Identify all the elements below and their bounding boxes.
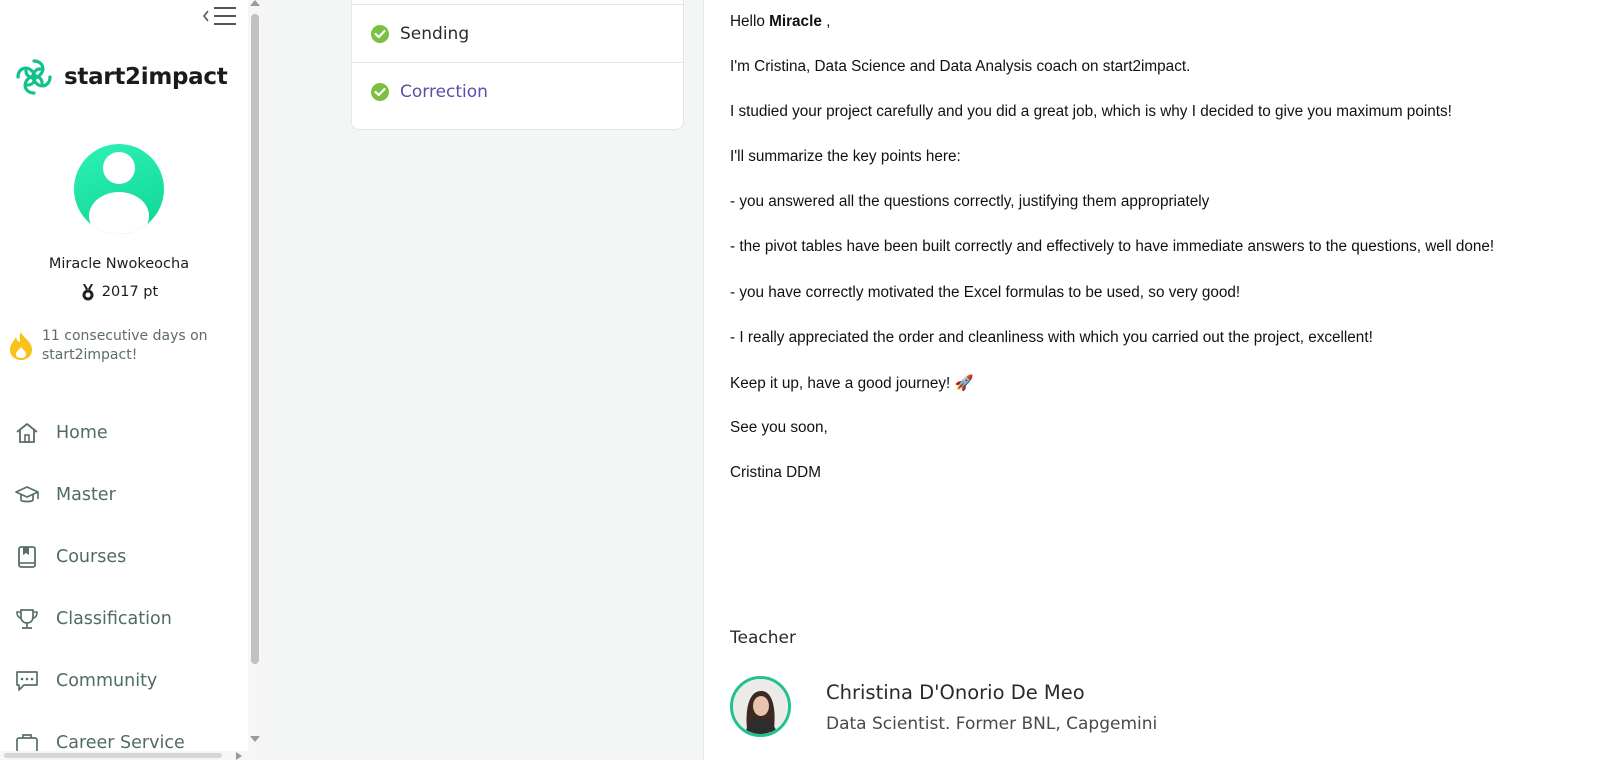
steps-card: Sending Correction [351, 0, 684, 130]
user-avatar-icon [89, 152, 149, 234]
nav-label-master: Master [56, 485, 116, 505]
collapse-menu-icon [202, 7, 236, 25]
book-icon [18, 546, 36, 568]
medal-icon [82, 284, 94, 301]
check-circle-icon [371, 24, 389, 43]
teacher-portrait-icon [733, 679, 788, 734]
message-greeting: Hello Miracle , [730, 13, 830, 31]
start2impact-logo-icon [16, 59, 52, 95]
nav-item-classification[interactable]: Classification [0, 588, 245, 650]
nav-label-courses: Courses [56, 547, 127, 567]
message-line: Keep it up, have a good journey! 🚀 [730, 375, 974, 392]
message-line: - I really appreciated the order and cle… [730, 329, 1373, 346]
horizontal-scroll-thumb[interactable] [4, 753, 222, 758]
nav-item-courses[interactable]: Courses [0, 526, 245, 588]
brand-logo[interactable]: start2impact [12, 55, 228, 99]
step-label-correction: Correction [400, 81, 488, 102]
main-nav: Home Master Courses Classification Commu… [0, 402, 245, 760]
scroll-down-arrow-icon[interactable] [250, 736, 260, 742]
step-correction[interactable]: Correction [352, 62, 683, 120]
user-avatar[interactable] [74, 144, 164, 234]
scroll-thumb[interactable] [251, 14, 259, 664]
home-icon [16, 423, 38, 443]
nav-label-classification: Classification [56, 609, 172, 629]
graduation-cap-icon [15, 486, 39, 503]
nav-label-career-service: Career Service [56, 733, 185, 753]
message-line: I studied your project carefully and you… [730, 103, 1452, 120]
user-points: 2017 pt [0, 283, 238, 301]
message-line: - the pivot tables have been built corre… [730, 238, 1495, 255]
greeting-suffix: , [826, 13, 831, 30]
message-line: I'll summarize the key points here: [730, 148, 961, 165]
nav-label-community: Community [56, 671, 158, 691]
message-line: I'm Cristina, Data Science and Data Anal… [730, 58, 1191, 75]
message-line: See you soon, [730, 419, 828, 436]
teacher-heading: Teacher [730, 628, 796, 648]
step-sending[interactable]: Sending [352, 4, 683, 62]
nav-item-home[interactable]: Home [0, 402, 245, 464]
teacher-avatar[interactable] [730, 676, 791, 737]
correction-message-card: Hello Miracle , I'm Cristina, Data Scien… [703, 0, 1600, 760]
nav-item-community[interactable]: Community [0, 650, 245, 712]
check-circle-icon [371, 82, 389, 101]
teacher-role: Data Scientist. Former BNL, Capgemini [826, 714, 1158, 734]
message-line: - you answered all the questions correct… [730, 193, 1210, 210]
brand-name: start2impact [64, 64, 228, 90]
message-signature: Cristina DDM [730, 464, 821, 481]
sidebar-scrollbar[interactable] [248, 0, 262, 760]
teacher-name[interactable]: Christina D'Onorio De Meo [826, 681, 1085, 704]
nav-label-home: Home [56, 423, 108, 443]
greeting-name: Miracle [769, 13, 822, 30]
main-content: Sending Correction Hello Miracle , I'm C… [262, 0, 1600, 760]
sidebar-horizontal-scrollbar[interactable] [0, 751, 248, 760]
collapse-sidebar-button[interactable] [200, 2, 242, 28]
streak-banner: 11 consecutive days on start2impact! [8, 327, 238, 365]
sidebar: start2impact Miracle Nwokeocha 2017 pt 1… [0, 0, 250, 760]
flame-icon [10, 332, 32, 360]
user-name: Miracle Nwokeocha [48, 256, 190, 272]
step-label-sending: Sending [400, 23, 470, 44]
message-line: - you have correctly motivated the Excel… [730, 284, 1241, 301]
chat-icon [16, 671, 38, 691]
scroll-up-arrow-icon[interactable] [250, 0, 260, 6]
trophy-icon [16, 609, 38, 629]
greeting-prefix: Hello [730, 13, 765, 30]
scroll-right-arrow-icon[interactable] [236, 752, 242, 760]
nav-item-master[interactable]: Master [0, 464, 245, 526]
points-value: 2017 pt [101, 284, 159, 300]
streak-text: 11 consecutive days on start2impact! [42, 328, 208, 363]
